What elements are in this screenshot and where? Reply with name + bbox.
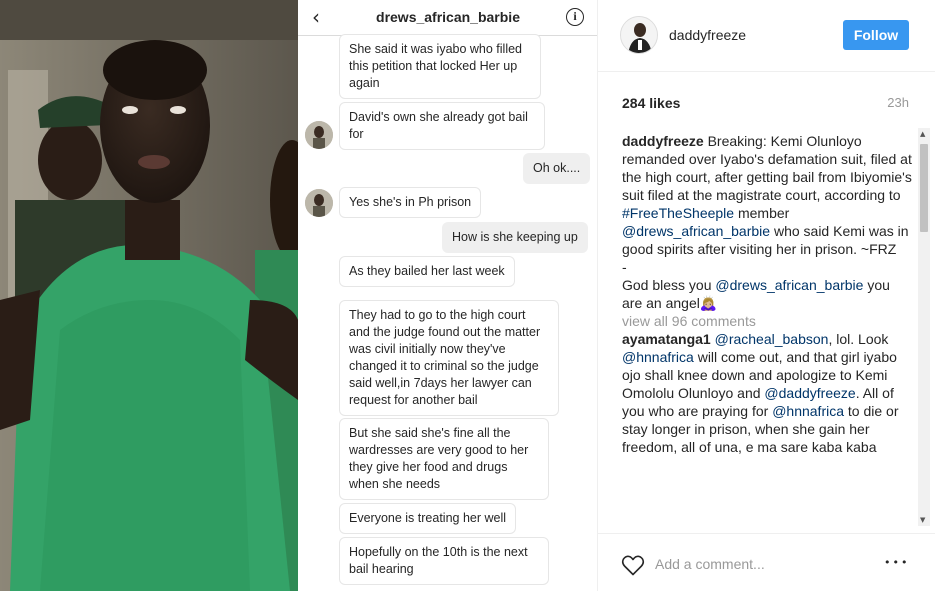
chat-header: ‹ drews_african_barbie i — [298, 0, 597, 36]
mention-link[interactable]: @daddyfreeze — [764, 385, 855, 401]
post-header: daddyfreeze Follow — [598, 0, 935, 72]
add-comment-input[interactable]: Add a comment... — [655, 556, 765, 572]
chat-message: How is she keeping up — [442, 222, 588, 253]
add-comment-bar: Add a comment... ••• — [598, 533, 935, 591]
chat-avatar — [305, 121, 333, 149]
avatar[interactable] — [620, 16, 658, 54]
comment-username[interactable]: ayamatanga1 — [622, 331, 711, 347]
scroll-thumb[interactable] — [920, 144, 928, 232]
post-photo — [0, 0, 298, 591]
heart-icon[interactable] — [621, 554, 645, 576]
scroll-down-arrow-icon[interactable]: ▼ — [920, 516, 925, 524]
mention-link[interactable]: @drews_african_barbie — [715, 277, 863, 293]
mention-link[interactable]: @racheal_babson — [715, 331, 829, 347]
chat-message: As they bailed her last week — [339, 256, 515, 287]
chat-message: David's own she already got bail for — [339, 102, 545, 150]
chat-message: She said it was iyabo who filled this pe… — [339, 34, 541, 99]
follow-button[interactable]: Follow — [843, 20, 909, 50]
info-icon[interactable]: i — [566, 8, 584, 26]
caption-text: member — [734, 205, 790, 221]
scroll-up-arrow-icon[interactable]: ▲ — [920, 130, 925, 138]
post-username[interactable]: daddyfreeze — [669, 27, 746, 43]
chat-message: They had to go to the high court and the… — [339, 300, 559, 416]
chat-avatar — [305, 189, 333, 217]
hashtag-link[interactable]: #FreeTheSheeple — [622, 205, 734, 221]
chat-message: Everyone is treating her well — [339, 503, 517, 534]
mention-link[interactable]: @hnnafrica — [622, 349, 694, 365]
photo-illustration — [0, 0, 298, 591]
mention-link[interactable]: @drews_african_barbie — [622, 223, 770, 239]
back-arrow-icon[interactable]: ‹ — [306, 6, 326, 28]
comment-text: , lol. Look — [828, 331, 889, 347]
chat-message: Oh ok.... — [523, 153, 591, 184]
chat-message: Yes she's in Ph prison — [339, 187, 482, 218]
more-options-icon[interactable]: ••• — [884, 556, 909, 569]
comments-list: daddyfreeze Breaking: Kemi Olunloyo rema… — [622, 132, 912, 524]
post-side-panel: daddyfreeze Follow 284 likes 23h daddyfr… — [598, 0, 935, 591]
view-all-comments-link[interactable]: view all 96 comments — [622, 312, 912, 330]
caption-text: God bless you — [622, 277, 716, 293]
chat-title: drews_african_barbie — [376, 9, 520, 25]
mention-link[interactable]: @hnnafrica — [772, 403, 844, 419]
caption-username[interactable]: daddyfreeze — [622, 133, 704, 149]
comment-item: ayamatanga1 @racheal_babson, lol. Look @… — [622, 330, 912, 456]
comments-scrollbar[interactable]: ▲ ▼ — [918, 128, 930, 526]
chat-message: But she said she's fine all the wardress… — [339, 418, 549, 500]
caption-dash: - — [622, 259, 627, 275]
caption-blessing: God bless you @drews_african_barbie you … — [622, 276, 912, 312]
caption: daddyfreeze Breaking: Kemi Olunloyo rema… — [622, 132, 912, 258]
chat-screenshot: ‹ drews_african_barbie i She said it was… — [298, 0, 598, 591]
post-time[interactable]: 23h — [887, 95, 909, 110]
chat-message: Hopefully on the 10th is the next bail h… — [339, 537, 549, 585]
likes-count[interactable]: 284 likes — [622, 95, 680, 111]
